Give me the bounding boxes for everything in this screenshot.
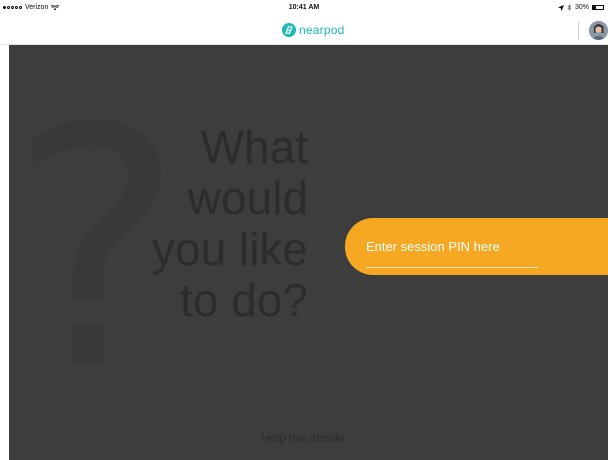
nearpod-logo-icon [282,23,296,37]
app-header: nearpod [0,18,608,45]
headline-line: to do? [180,274,308,326]
session-pin-panel [345,218,608,275]
battery-percent: 30% [574,4,589,11]
help-me-decide-link[interactable]: Help me decide [261,431,344,445]
headline-line: you like [152,223,308,275]
bluetooth-icon [567,4,572,11]
status-bar: Verizon 10:41 AM 30% [0,0,608,18]
headline-line: What [200,121,308,173]
avatar-image [589,21,608,40]
headline-line: would [187,172,308,224]
logo-text: nearpod [299,23,345,37]
battery-icon [592,5,604,10]
session-pin-input[interactable] [366,237,538,255]
headline: What would you like to do? [152,122,308,326]
nearpod-logo: nearpod [282,23,344,37]
main-stage: ? What would you like to do? Help me dec… [9,45,608,460]
user-avatar[interactable] [589,21,608,40]
status-right: 30% [557,4,604,11]
header-divider [578,22,579,40]
location-arrow-icon [557,4,564,11]
pin-input-underline [366,267,538,268]
status-time: 10:41 AM [288,4,320,11]
